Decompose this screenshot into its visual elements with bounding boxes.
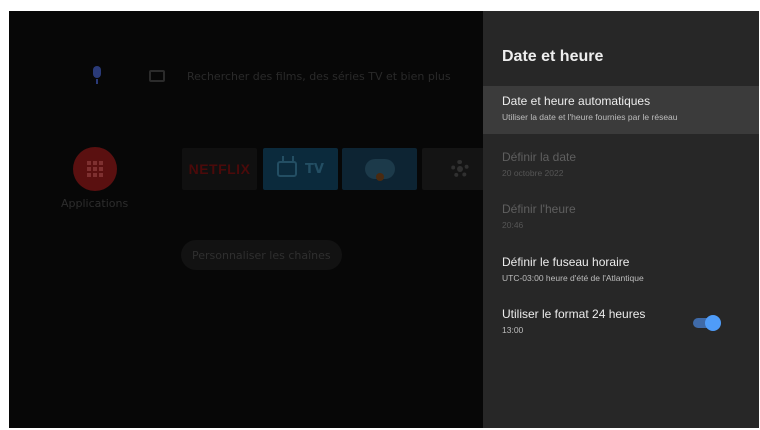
toggle-thumb xyxy=(705,315,721,331)
use-24-hour-format-item[interactable]: Utiliser le format 24 heures 13:00 xyxy=(483,299,759,347)
netflix-logo: NETFLIX xyxy=(188,161,251,177)
gear-icon xyxy=(450,160,469,178)
set-time-zone-item[interactable]: Définir le fuseau horaire UTC-03:00 heur… xyxy=(483,247,759,295)
item-title: Définir la date xyxy=(502,150,577,164)
item-title: Définir l'heure xyxy=(502,202,576,216)
applications-button[interactable] xyxy=(73,147,117,191)
item-title: Définir le fuseau horaire xyxy=(502,255,630,269)
automatic-date-time-item[interactable]: Date et heure automatiques Utiliser la d… xyxy=(483,86,759,134)
microphone-icon[interactable] xyxy=(89,66,105,86)
search-bar[interactable]: Rechercher des films, des séries TV et b… xyxy=(79,66,451,86)
item-subtitle: 20:46 xyxy=(502,220,524,230)
panel-title: Date et heure xyxy=(502,48,604,65)
set-date-item: Définir la date 20 octobre 2022 xyxy=(483,142,759,190)
home-screen-dimmed: Rechercher des films, des séries TV et b… xyxy=(9,11,497,428)
applications-label: Applications xyxy=(61,197,129,210)
date-time-settings-panel: Date et heure Date et heure automatiques… xyxy=(483,11,759,428)
item-title: Date et heure automatiques xyxy=(502,94,651,108)
apps-grid-icon xyxy=(87,161,103,177)
tv-screen: Rechercher des films, des séries TV et b… xyxy=(9,11,759,428)
item-subtitle: UTC-03:00 heure d'été de l'Atlantique xyxy=(502,273,644,283)
netflix-tile[interactable]: NETFLIX xyxy=(182,148,257,190)
item-subtitle: 20 octobre 2022 xyxy=(502,168,564,178)
gamepad-icon xyxy=(364,159,395,181)
games-tile[interactable] xyxy=(342,148,417,190)
item-subtitle: Utiliser la date et l'heure fournies par… xyxy=(502,112,678,122)
search-hint: Rechercher des films, des séries TV et b… xyxy=(187,69,451,83)
keyboard-icon[interactable] xyxy=(149,70,165,82)
tv-app-label: TV xyxy=(305,161,324,177)
tv-icon xyxy=(277,161,298,177)
24-hour-format-toggle[interactable] xyxy=(693,315,721,331)
set-time-item: Définir l'heure 20:46 xyxy=(483,194,759,242)
customize-channels-button[interactable]: Personnaliser les chaînes xyxy=(181,240,342,270)
tv-app-tile[interactable]: TV xyxy=(263,148,338,190)
